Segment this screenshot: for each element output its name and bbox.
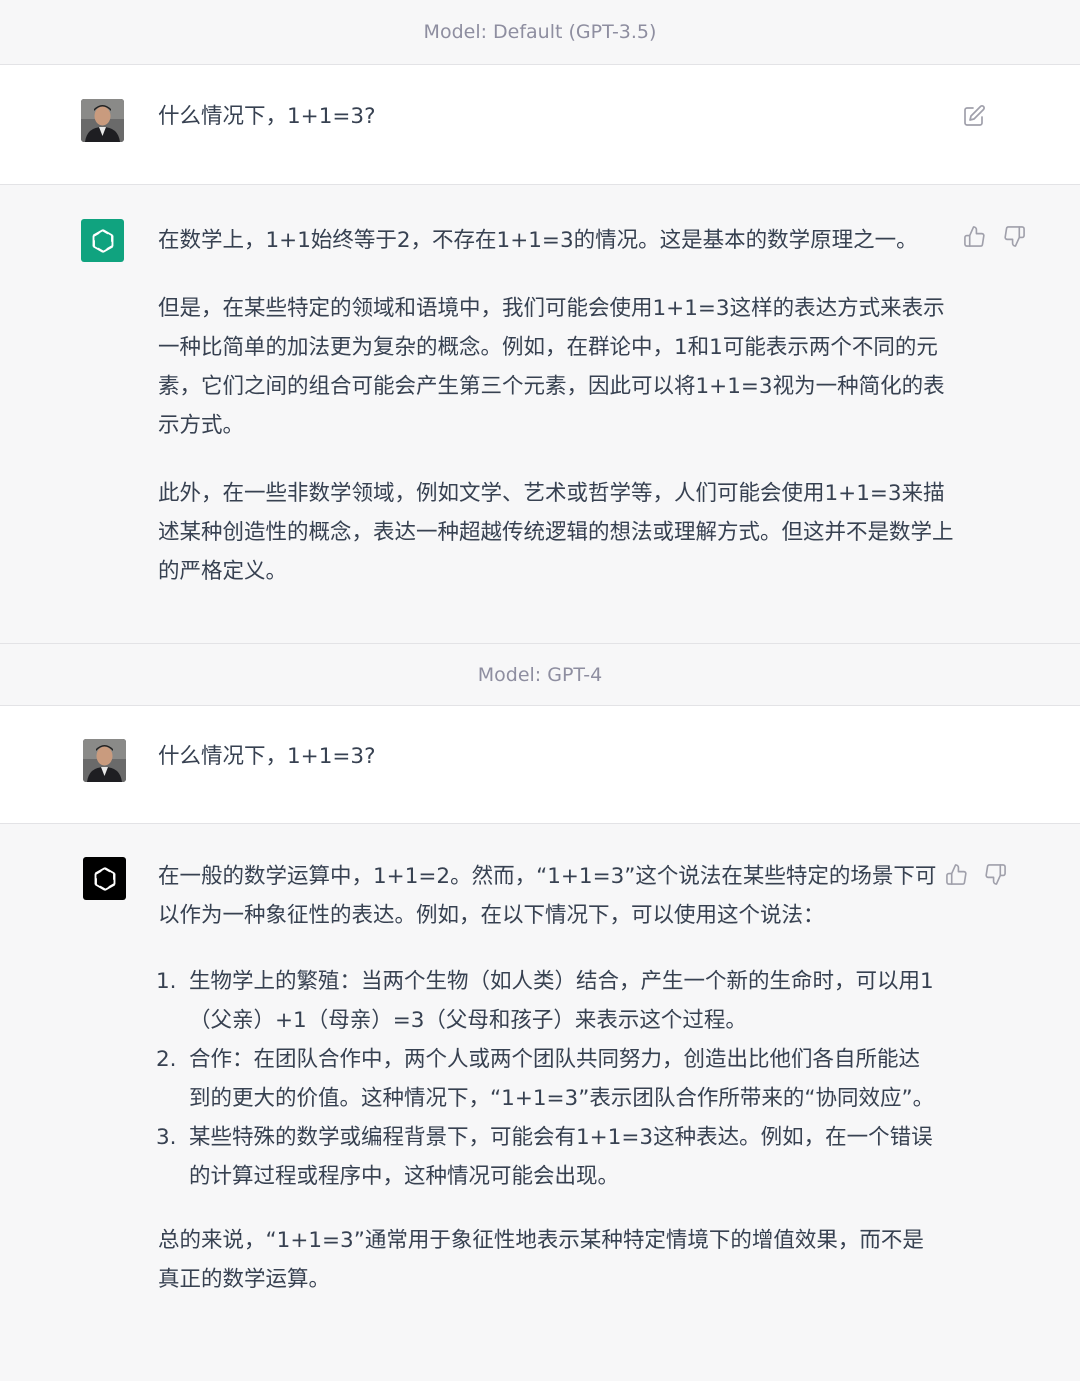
model-label-gpt35: Model: Default (GPT-3.5)	[0, 0, 1080, 65]
assistant-paragraph: 但是，在某些特定的领域和语境中，我们可能会使用1+1=3这样的表达方式来表示一种…	[158, 296, 945, 438]
thumbs-down-icon[interactable]	[982, 861, 1008, 887]
assistant-message-row: 在一般的数学运算中，1+1=2。然而，“1+1=3”这个说法在某些特定的场景下可…	[0, 824, 1080, 1381]
list-item-text: 某些特殊的数学或编程背景下，可能会有1+1=3这种表达。例如，在一个错误的计算过…	[189, 1125, 933, 1189]
user-message-row: 什么情况下，1+1=3?	[0, 65, 1080, 185]
openai-logo-icon	[81, 219, 124, 262]
assistant-paragraph: 此外，在一些非数学领域，例如文学、艺术或哲学等，人们可能会使用1+1=3来描述某…	[158, 481, 954, 584]
model-label-text: Model: GPT-4	[477, 663, 603, 686]
assistant-intro: 在一般的数学运算中，1+1=2。然而，“1+1=3”这个说法在某些特定的场景下可…	[158, 864, 937, 928]
user-avatar	[83, 739, 126, 782]
assistant-conclusion: 总的来说，“1+1=3”通常用于象征性地表示某种特定情境下的增值效果，而不是真正…	[158, 1228, 924, 1292]
assistant-list: 1. 生物学上的繁殖：当两个生物（如人类）结合，产生一个新的生命时，可以用1（父…	[156, 962, 938, 1196]
thumbs-up-icon[interactable]	[961, 223, 987, 249]
list-item: 2. 合作：在团队合作中，两个人或两个团队共同努力，创造出比他们各自所能达到的更…	[156, 1040, 938, 1118]
user-message-text: 什么情况下，1+1=3?	[158, 104, 376, 129]
thumbs-down-icon[interactable]	[1001, 223, 1027, 249]
list-item-number: 3.	[156, 1125, 177, 1150]
assistant-message-text: 在一般的数学运算中，1+1=2。然而，“1+1=3”这个说法在某些特定的场景下可…	[156, 857, 938, 1299]
list-item-number: 2.	[156, 1047, 177, 1072]
assistant-message-text: 在数学上，1+1始终等于2，不存在1+1=3的情况。这是基本的数学原理之一。 但…	[158, 221, 958, 591]
list-item: 1. 生物学上的繁殖：当两个生物（如人类）结合，产生一个新的生命时，可以用1（父…	[156, 962, 938, 1040]
list-item-number: 1.	[156, 969, 177, 994]
edit-icon[interactable]	[961, 103, 987, 129]
user-message-row: 什么情况下，1+1=3?	[0, 706, 1080, 824]
list-item-text: 生物学上的繁殖：当两个生物（如人类）结合，产生一个新的生命时，可以用1（父亲）+…	[189, 969, 934, 1033]
model-label-text: Model: Default (GPT-3.5)	[423, 21, 657, 43]
user-message-text: 什么情况下，1+1=3?	[158, 744, 376, 769]
model-label-gpt4: Model: GPT-4	[0, 644, 1080, 706]
assistant-paragraph: 在数学上，1+1始终等于2，不存在1+1=3的情况。这是基本的数学原理之一。	[158, 228, 918, 253]
list-item: 3. 某些特殊的数学或编程背景下，可能会有1+1=3这种表达。例如，在一个错误的…	[156, 1118, 938, 1196]
assistant-message-row: 在数学上，1+1始终等于2，不存在1+1=3的情况。这是基本的数学原理之一。 但…	[0, 185, 1080, 644]
thumbs-up-icon[interactable]	[943, 861, 969, 887]
list-item-text: 合作：在团队合作中，两个人或两个团队共同努力，创造出比他们各自所能达到的更大的价…	[189, 1047, 935, 1111]
user-avatar	[81, 99, 124, 142]
openai-logo-icon	[83, 857, 126, 900]
